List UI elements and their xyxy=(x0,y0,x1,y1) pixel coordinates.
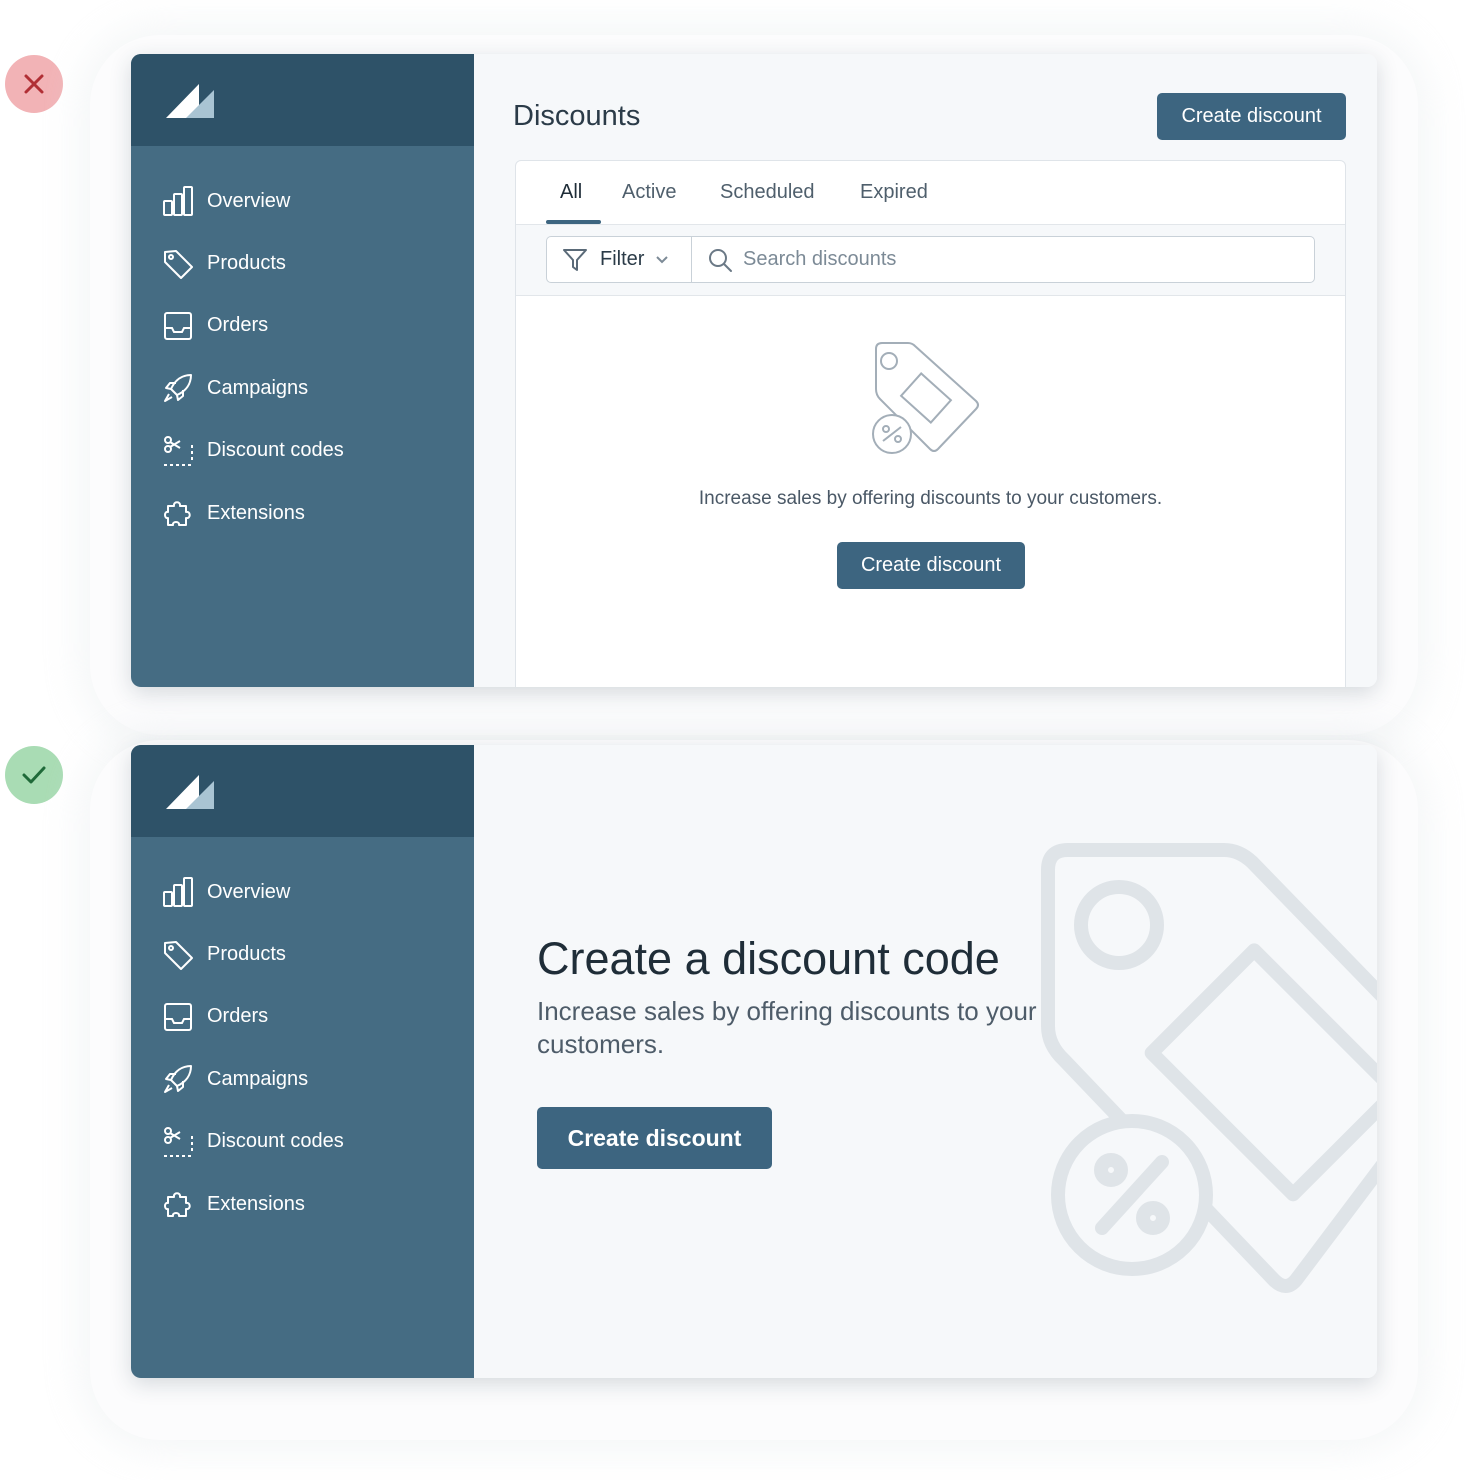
discount-tag-illustration xyxy=(1041,843,1377,1293)
hero-title: Create a discount code xyxy=(537,933,1000,984)
active-tab-indicator xyxy=(546,220,601,224)
bar-chart-icon xyxy=(161,184,195,218)
sidebar-item-discount-codes[interactable]: Discount codes xyxy=(131,420,474,482)
sidebar-item-label: Orders xyxy=(207,1005,269,1028)
discount-tag-illustration xyxy=(872,342,979,454)
sidebar-item-campaigns[interactable]: Campaigns xyxy=(131,1048,474,1110)
sidebar-nav: Overview Products Orders Campaigns Disco… xyxy=(131,146,474,544)
search-icon xyxy=(709,248,732,272)
tab-active[interactable]: Active xyxy=(622,161,676,224)
sidebar-item-campaigns[interactable]: Campaigns xyxy=(131,357,474,419)
sidebar-item-extensions[interactable]: Extensions xyxy=(131,482,474,544)
sidebar-item-label: Extensions xyxy=(207,1192,305,1215)
tab-expired[interactable]: Expired xyxy=(860,161,928,224)
sidebar: Overview Products Orders Campaigns Disco… xyxy=(131,54,474,687)
sidebar: Overview Products Orders Campaigns Disco… xyxy=(131,745,474,1378)
inbox-icon xyxy=(161,309,195,343)
sidebar-item-label: Discount codes xyxy=(207,1130,344,1153)
sidebar-item-overview[interactable]: Overview xyxy=(131,170,474,232)
funnel-icon xyxy=(563,248,587,271)
discounts-card: All Active Scheduled Expired Filter Sear… xyxy=(515,160,1346,687)
empty-state-text: Increase sales by offering discounts to … xyxy=(698,488,1163,509)
sidebar-item-label: Campaigns xyxy=(207,376,309,399)
checkmark-icon xyxy=(22,766,46,784)
chevron-down-icon xyxy=(656,255,669,263)
tab-all[interactable]: All xyxy=(560,161,582,224)
sidebar-header xyxy=(131,54,474,146)
empty-state-create-button[interactable]: Create discount xyxy=(837,542,1025,589)
brand-logo[interactable] xyxy=(166,84,216,120)
main-content: Discounts Create discount All Active Sch… xyxy=(474,54,1377,687)
sidebar-item-orders[interactable]: Orders xyxy=(131,295,474,357)
sidebar-item-label: Overview xyxy=(207,189,291,212)
brand-logo[interactable] xyxy=(166,775,216,811)
rocket-icon xyxy=(161,371,195,405)
create-discount-button[interactable]: Create discount xyxy=(1157,93,1346,140)
sidebar-item-label: Orders xyxy=(207,314,269,337)
search-field[interactable] xyxy=(691,236,1315,283)
scissors-coupon-icon xyxy=(161,434,195,468)
correct-badge xyxy=(5,746,63,804)
puzzle-icon xyxy=(161,1187,195,1221)
sidebar-item-extensions[interactable]: Extensions xyxy=(131,1173,474,1235)
tab-scheduled[interactable]: Scheduled xyxy=(720,161,815,224)
bar-chart-icon xyxy=(161,875,195,909)
rocket-icon xyxy=(161,1062,195,1096)
tag-icon xyxy=(161,247,195,281)
tag-icon xyxy=(161,938,195,972)
sidebar-item-products[interactable]: Products xyxy=(131,232,474,294)
sidebar-item-label: Extensions xyxy=(207,501,305,524)
tab-bar: All Active Scheduled Expired xyxy=(516,161,1345,225)
sidebar-item-label: Products xyxy=(207,943,286,966)
filter-label: Filter xyxy=(600,248,645,270)
app-window-incorrect-example: Overview Products Orders Campaigns Disco… xyxy=(131,54,1377,687)
sidebar-item-products[interactable]: Products xyxy=(131,923,474,985)
create-discount-button[interactable]: Create discount xyxy=(537,1107,772,1169)
sidebar-item-label: Campaigns xyxy=(207,1067,309,1090)
scissors-coupon-icon xyxy=(161,1125,195,1159)
sidebar-item-label: Overview xyxy=(207,880,291,903)
sidebar-nav: Overview Products Orders Campaigns Disco… xyxy=(131,837,474,1235)
search-input[interactable] xyxy=(741,247,1305,272)
sidebar-item-overview[interactable]: Overview xyxy=(131,861,474,923)
hero-subtitle: Increase sales by offering discounts to … xyxy=(537,996,1037,1059)
inbox-icon xyxy=(161,1000,195,1034)
sidebar-item-orders[interactable]: Orders xyxy=(131,986,474,1048)
page-title: Discounts xyxy=(513,100,641,132)
incorrect-badge xyxy=(5,55,63,113)
sidebar-header xyxy=(131,745,474,837)
puzzle-icon xyxy=(161,496,195,530)
app-window-correct-example: Overview Products Orders Campaigns Disco… xyxy=(131,745,1377,1378)
main-content: Create a discount code Increase sales by… xyxy=(474,745,1377,1378)
sidebar-item-discount-codes[interactable]: Discount codes xyxy=(131,1111,474,1173)
sidebar-item-label: Products xyxy=(207,252,286,275)
sidebar-item-label: Discount codes xyxy=(207,439,344,462)
filter-button[interactable]: Filter xyxy=(546,236,692,283)
filter-toolbar: Filter xyxy=(516,225,1345,296)
close-x-icon xyxy=(24,74,44,94)
